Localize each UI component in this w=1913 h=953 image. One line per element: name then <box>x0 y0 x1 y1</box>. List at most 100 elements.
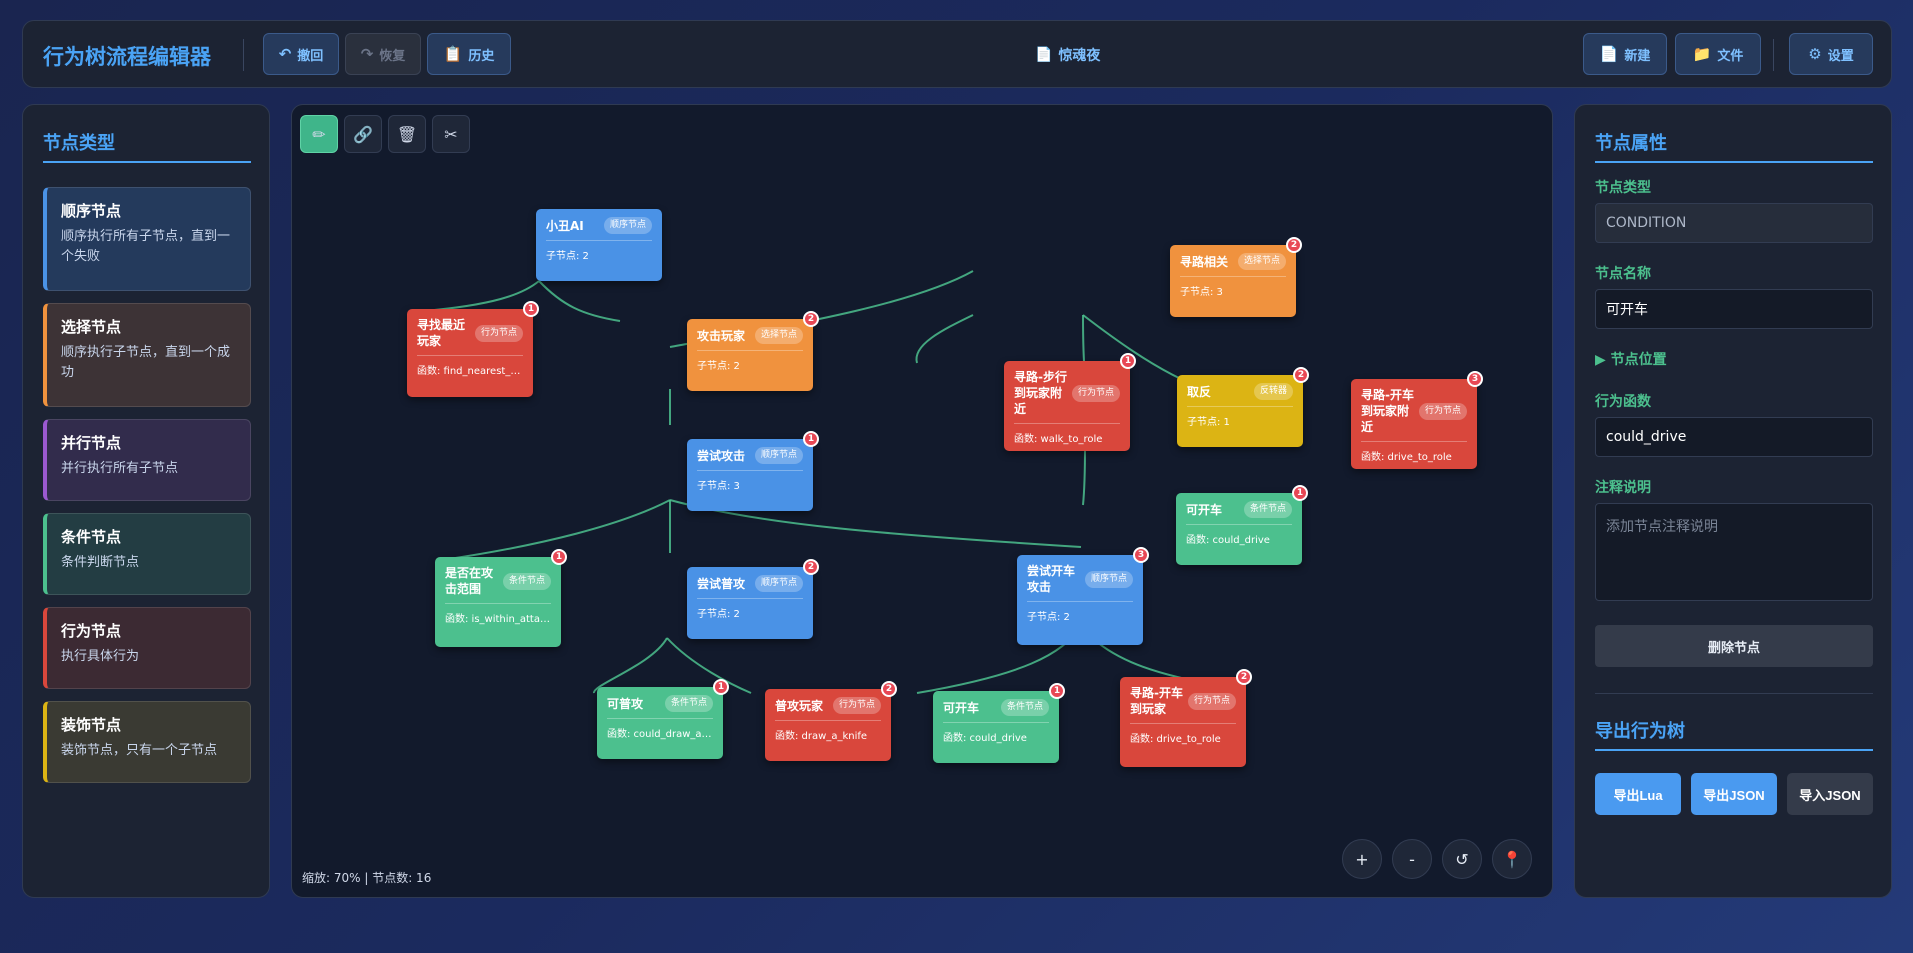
order-badge: 2 <box>1236 669 1252 685</box>
node-type-tag: 条件节点 <box>1243 501 1292 518</box>
node-title: 寻路相关 <box>1180 254 1229 269</box>
tree-node-find-nearest[interactable]: 寻找最近玩家 行为节点 函数: find_nearest_role 1 <box>407 301 539 397</box>
export-lua-button[interactable]: 导出Lua <box>1595 773 1681 815</box>
node-type-condition[interactable]: 条件节点 条件判断节点 <box>43 513 251 595</box>
node-type-field[interactable] <box>1595 203 1873 243</box>
behavior-function-label: 行为函数 <box>1595 394 1651 410</box>
trash-icon: 🗑 <box>396 124 418 144</box>
node-type-parallel[interactable]: 并行节点 并行执行所有子节点 <box>43 419 251 501</box>
note-label: 注释说明 <box>1595 480 1651 496</box>
tree-node-root[interactable]: 小丑AI 顺序节点 子节点: 2 <box>536 209 662 281</box>
history-label: 历史 <box>468 48 495 64</box>
node-title: 取反 <box>1187 384 1212 399</box>
order-badge: 1 <box>1049 683 1065 699</box>
edge <box>1082 445 1086 506</box>
plus-icon: + <box>1355 849 1369 869</box>
order-badge: 2 <box>803 559 819 575</box>
delete-tool[interactable]: 🗑 <box>388 115 426 153</box>
history-button[interactable]: 📋 历史 <box>427 33 511 75</box>
node-type-tag: 顺序节点 <box>603 217 652 234</box>
node-position-toggle[interactable]: ▶ 节点位置 <box>1595 349 1667 369</box>
order-badge: 1 <box>551 549 567 565</box>
scissors-icon: ✂ <box>444 124 458 144</box>
tree-node-try-normal-attack[interactable]: 尝试普攻 顺序节点 子节点: 2 2 <box>687 559 819 639</box>
tree-node-can-normal-attack[interactable]: 可普攻 条件节点 函数: could_draw_a_k... 1 <box>597 679 729 759</box>
document-title: 📄 惊魂夜 <box>1035 45 1100 65</box>
pencil-icon: ✏ <box>312 124 326 144</box>
order-badge: 2 <box>1286 237 1302 253</box>
node-type-sidebar: 节点类型 顺序节点 顺序执行所有子节点，直到一个失败 选择节点 顺序执行子节点，… <box>22 104 270 898</box>
node-type-selector[interactable]: 选择节点 顺序执行子节点，直到一个成功 <box>43 303 251 407</box>
node-separator <box>1361 441 1467 442</box>
node-type-decorator[interactable]: 装饰节点 装饰节点，只有一个子节点 <box>43 701 251 783</box>
export-title-underline <box>1595 749 1873 751</box>
edge-layer <box>423 270 1186 694</box>
node-name-field[interactable] <box>1595 289 1873 329</box>
node-title: 寻路-步行到玩家附近 <box>1014 370 1067 416</box>
app-title: 行为树流程编辑器 <box>43 45 211 69</box>
top-toolbar: 行为树流程编辑器 ↶ 撤回 ↷ 恢复 📋 历史 📄 惊魂夜 📄 新建 📁 文件 … <box>22 20 1892 88</box>
sidebar-title-underline <box>43 161 251 163</box>
tree-node-inverter[interactable]: 取反 反转器 子节点: 1 2 <box>1177 367 1309 447</box>
tree-node-can-drive-a[interactable]: 可开车 条件节点 函数: could_drive 1 <box>1176 485 1308 565</box>
node-title: 可开车 <box>943 700 980 715</box>
node-separator <box>1014 423 1120 424</box>
behavior-tree-canvas[interactable]: ✏ 🔗 🗑 ✂ 小丑AI 顺序节点 子节点: 2 寻找最近玩家 行为节点 函数: f… <box>291 104 1553 898</box>
new-button[interactable]: 📄 新建 <box>1583 33 1667 75</box>
tree-node-walk-to-player[interactable]: 寻路-步行到玩家附近 行为节点 函数: walk_to_role 1 <box>1004 353 1136 451</box>
edge <box>538 280 621 322</box>
node-separator <box>1187 406 1293 407</box>
node-separator <box>1027 601 1133 602</box>
node-name-label: 节点名称 <box>1595 266 1651 282</box>
tree-node-try-drive-attack[interactable]: 尝试开车攻击 顺序节点 子节点: 2 3 <box>1017 547 1149 645</box>
order-badge: 3 <box>1133 547 1149 563</box>
tree-node-drive-to-player[interactable]: 寻路-开车到玩家 行为节点 函数: drive_to_role 2 <box>1120 669 1252 767</box>
undo-button[interactable]: ↶ 撤回 <box>263 33 339 75</box>
node-type-tag: 行为节点 <box>832 697 881 714</box>
tree-node-drive-near-player[interactable]: 寻路-开车到玩家附近 行为节点 函数: drive_to_role 3 <box>1351 371 1483 469</box>
delete-node-button[interactable]: 删除节点 <box>1595 625 1873 667</box>
pencil-tool[interactable]: ✏ <box>300 115 338 153</box>
node-separator <box>1186 524 1292 525</box>
node-type-desc: 执行具体行为 <box>61 649 140 664</box>
node-separator <box>943 722 1049 723</box>
node-type-sequence[interactable]: 顺序节点 顺序执行所有子节点，直到一个失败 <box>43 187 251 291</box>
export-json-button[interactable]: 导出JSON <box>1691 773 1777 815</box>
node-title: 尝试普攻 <box>697 576 746 591</box>
node-type-title: 顺序节点 <box>61 202 122 220</box>
order-badge: 1 <box>1292 485 1308 501</box>
header-divider <box>243 39 244 71</box>
tree-node-normal-attack-player[interactable]: 普攻玩家 行为节点 函数: draw_a_knife 2 <box>765 681 897 761</box>
tree-node-try-attack[interactable]: 尝试攻击 顺序节点 子节点: 3 1 <box>687 431 819 511</box>
tree-node-pathfinding[interactable]: 寻路相关 选择节点 子节点: 3 2 <box>1170 237 1302 317</box>
reset-view-button[interactable]: ↺ <box>1442 839 1482 879</box>
tree-node-can-drive-b[interactable]: 可开车 条件节点 函数: could_drive 1 <box>933 683 1065 763</box>
order-badge: 2 <box>803 311 819 327</box>
order-badge: 1 <box>523 301 539 317</box>
zoom-out-button[interactable]: - <box>1392 839 1432 879</box>
tree-node-in-attack-range[interactable]: 是否在攻击范围 条件节点 函数: is_within_attack... 1 <box>435 549 567 647</box>
node-separator <box>445 603 551 604</box>
node-type-desc: 装饰节点，只有一个子节点 <box>61 743 218 758</box>
node-info: 子节点: 2 <box>697 609 740 620</box>
behavior-function-field[interactable] <box>1595 417 1873 457</box>
note-field[interactable] <box>1595 503 1873 601</box>
node-type-tag: 行为节点 <box>1418 402 1467 420</box>
node-title: 小丑AI <box>546 218 584 233</box>
node-type-desc: 顺序执行所有子节点，直到一个失败 <box>61 229 231 264</box>
redo-button[interactable]: ↷ 恢复 <box>345 33 421 75</box>
order-badge: 3 <box>1467 371 1483 387</box>
import-json-button[interactable]: 导入JSON <box>1787 773 1873 815</box>
node-info: 函数: find_nearest_role <box>417 366 523 377</box>
node-title: 普攻玩家 <box>775 698 824 713</box>
node-type-action[interactable]: 行为节点 执行具体行为 <box>43 607 251 689</box>
zoom-in-button[interactable]: + <box>1342 839 1382 879</box>
locate-button[interactable]: 📍 <box>1492 839 1532 879</box>
settings-button[interactable]: ⚙ 设置 <box>1789 33 1873 75</box>
link-tool[interactable]: 🔗 <box>344 115 382 153</box>
file-button[interactable]: 📁 文件 <box>1675 33 1761 75</box>
node-info: 函数: could_drive <box>1186 535 1270 546</box>
cut-tool[interactable]: ✂ <box>432 115 470 153</box>
tree-node-attack-player[interactable]: 攻击玩家 选择节点 子节点: 2 2 <box>687 311 819 391</box>
node-info: 子节点: 3 <box>1180 287 1223 298</box>
